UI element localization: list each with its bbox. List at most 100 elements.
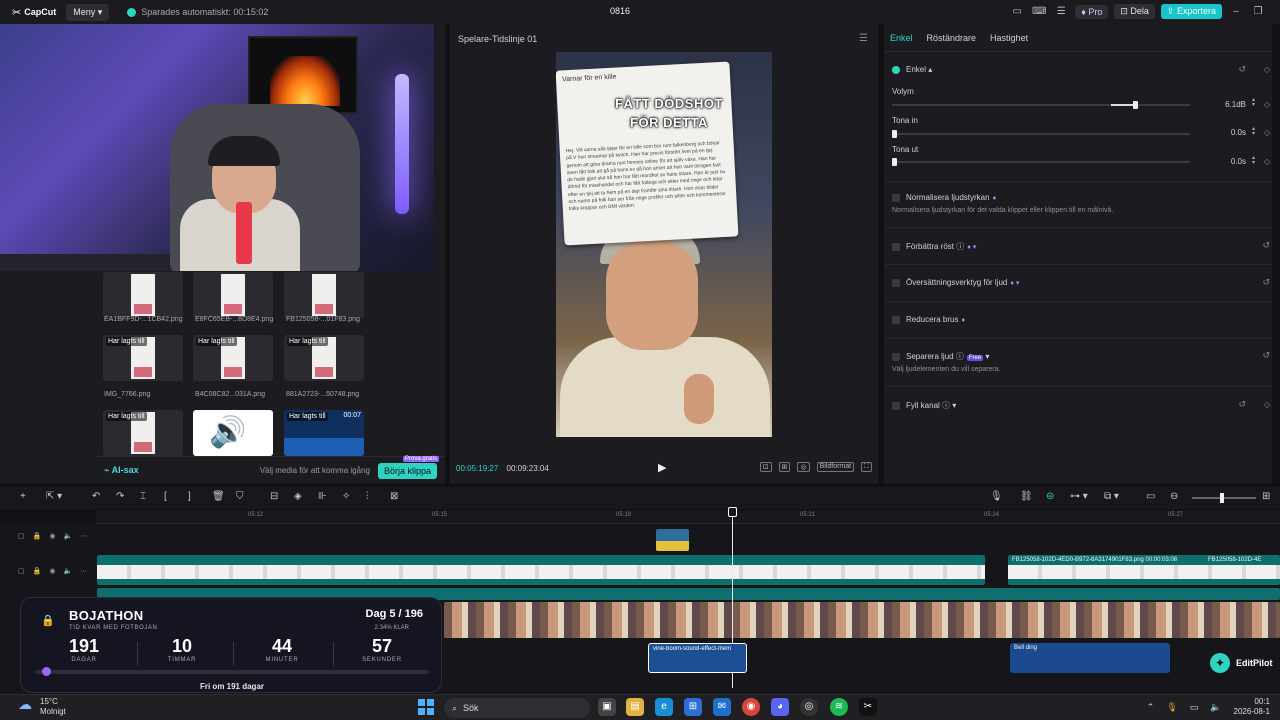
tab-speed[interactable]: Hastighet [990,33,1028,43]
separate-audio-checkbox[interactable] [892,352,900,361]
microphone-icon[interactable]: 🎙 [1166,702,1177,713]
zoom-knob[interactable] [1220,493,1224,503]
keyframe-icon[interactable]: ◇ [1264,100,1270,109]
keyframe-icon[interactable]: ◇ [1264,128,1270,137]
enhance-voice-checkbox[interactable] [892,242,900,251]
audio-split-icon[interactable]: ⫶ [366,491,369,502]
media-thumb[interactable] [284,272,364,318]
media-thumb[interactable]: Har lagts till [103,410,183,456]
media-thumb-audio[interactable]: 🔊 [193,410,273,456]
screenshot-icon[interactable]: ◎ [797,462,810,472]
fill-channel-checkbox[interactable] [892,401,900,410]
basic-toggle[interactable] [892,65,900,74]
chrome-icon[interactable]: ◉ [742,698,760,716]
export-button[interactable]: ⇪ Exportera [1160,4,1222,19]
preview-axis-icon[interactable]: ⊶ ▾ [1070,491,1088,502]
cover-icon[interactable]: ▢ [18,567,25,575]
denoise-row[interactable]: Reducera brus ♦ [892,315,1264,324]
list-icon[interactable]: ☰ [1053,5,1069,19]
taskbar-search[interactable]: ⌕ Sök [444,698,590,718]
share-button[interactable]: ⊡ Dela [1114,4,1155,19]
zoom-slider[interactable] [1192,493,1256,503]
reset-icon[interactable]: ↺ [1262,277,1270,288]
speaker-icon[interactable]: 🔈 [1210,702,1221,713]
freeze-icon[interactable]: ⊟ [270,491,278,502]
fullscreen-icon[interactable]: ⛶ [861,462,872,472]
microphone-icon[interactable]: 🎙 [990,491,1003,502]
fit-icon[interactable]: ⊞ [778,462,791,472]
ai-cut-label[interactable]: ⌁ AI-sax [104,465,139,476]
denoise-checkbox[interactable] [892,315,900,324]
volume-icon[interactable]: 🔈 [63,532,72,540]
volume-value[interactable]: 6.1dB [1206,100,1246,109]
zoom-out-icon[interactable]: ⊖ [1170,491,1178,502]
maximize-icon[interactable]: ❐ [1250,5,1266,19]
fade-out-stepper-icon[interactable]: ▴ ▾ [1252,155,1260,166]
redo-icon[interactable]: ↷ [116,491,124,502]
snap-icon[interactable]: ⊜ [1046,491,1054,502]
overlay-clip[interactable] [656,529,689,551]
media-thumb[interactable]: Har lagts till [103,335,183,381]
minimize-icon[interactable]: – [1228,5,1244,19]
eye-icon[interactable]: ◉ [49,567,55,575]
fit-timeline-icon[interactable]: ⊞ [1262,491,1270,502]
media-thumb[interactable] [103,272,183,318]
enhance-voice-row[interactable]: Förbättra röst ⓘ ♦ ▾ [892,241,1264,252]
shield-icon[interactable]: ⛉ [236,491,244,502]
keyframe-icon[interactable]: ◇ [1264,157,1270,166]
split-icon[interactable]: ⌶ [140,491,146,502]
fill-channel-row[interactable]: Fyll kanal ⓘ ▾ [892,400,1264,411]
fade-in-knob[interactable] [892,130,897,138]
fade-out-value[interactable]: 0.0s [1206,157,1246,166]
shortcuts-icon[interactable]: ⌨ [1031,5,1047,19]
screen-icon[interactable]: ▭ [1146,491,1155,502]
keyframe-icon[interactable]: ◇ [1264,65,1270,74]
image-clip[interactable]: FB125058-102D-4ED0-B972-8A3174901F83.png… [1008,555,1280,585]
bell-audio-clip[interactable]: Bell ding [1010,643,1170,673]
eye-icon[interactable]: ◉ [49,532,55,540]
normalize-checkbox[interactable] [892,193,900,202]
lock-icon[interactable]: 🔒 [33,567,42,575]
linkage-icon[interactable]: ⧉ ▾ [1104,491,1119,502]
aspect-ratio-button[interactable]: Bildformat [816,462,855,472]
audio-translator-checkbox[interactable] [892,278,900,287]
more-icon[interactable]: ⋯ [80,532,87,540]
fade-out-knob[interactable] [892,158,897,166]
media-thumb[interactable]: Har lagts till [284,335,364,381]
playhead-handle[interactable] [728,507,737,517]
video-clip[interactable] [444,602,1280,638]
media-thumb[interactable] [193,272,273,318]
crop-icon[interactable]: ⊡ [759,462,772,472]
chevron-up-icon[interactable]: ⌃ [1147,702,1155,713]
project-title[interactable]: 0816 [600,6,640,16]
basic-section-header[interactable]: Enkel ▴ [892,65,1264,74]
discord-icon[interactable]: ◕ [771,698,789,716]
magic-icon[interactable]: ✧ [342,491,350,502]
editpilot-button[interactable]: ✦ EditPilot [1206,649,1276,677]
delete-icon[interactable]: 🗑 [212,491,225,502]
audio-translator-row[interactable]: Översättningsverktyg för ljud ♦ ▾ [892,278,1264,287]
menu-button[interactable]: Meny ▾ [66,3,110,21]
timeline-ruler[interactable]: 05:12 05:15 05:18 05:21 05:24 05:27 [96,510,1280,524]
store-icon[interactable]: ⊞ [684,698,702,716]
fade-in-value[interactable]: 0.0s [1206,128,1246,137]
capcut-icon[interactable]: ✂ [859,698,877,716]
undo-icon[interactable]: ↶ [92,491,100,502]
reset-icon[interactable]: ↺ [1262,240,1270,251]
adjust-icon[interactable]: ⊪ [318,491,327,502]
separate-audio-row[interactable]: Separera ljud ⓘ Free ▾ [892,351,1264,362]
fade-in-slider[interactable] [892,130,1190,138]
volume-stepper-icon[interactable]: ▴ ▾ [1252,97,1260,108]
play-icon[interactable]: ▶ [658,461,666,474]
tab-voice-changer[interactable]: Röständrare [927,33,977,43]
select-tool-icon[interactable]: ⇱ ▾ [46,491,62,502]
network-icon[interactable]: ▭ [1190,702,1199,713]
link-icon[interactable]: ⛓ [1020,491,1033,502]
outlook-icon[interactable]: ✉ [713,698,731,716]
reset-icon[interactable]: ↺ [1238,64,1246,75]
fade-in-stepper-icon[interactable]: ▴ ▾ [1252,126,1260,137]
file-explorer-icon[interactable]: ▤ [626,698,644,716]
more-icon[interactable]: ⋯ [80,567,87,575]
tab-basic[interactable]: Enkel [890,33,913,43]
image-clip[interactable] [97,555,985,585]
